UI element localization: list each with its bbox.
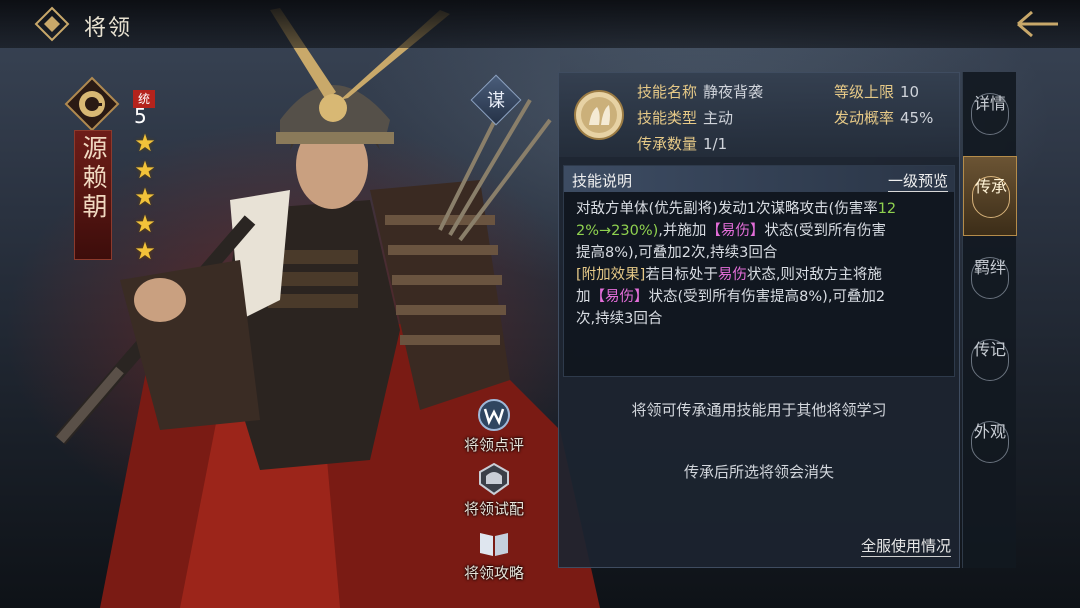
skill-name-row: 技能名称 静夜背袭 xyxy=(637,81,763,102)
faction-emblem-icon xyxy=(64,76,120,132)
hero-guide-button[interactable]: 将领攻略 xyxy=(452,526,536,583)
book-icon xyxy=(480,533,508,556)
level-one-preview-link[interactable]: 一级预览 xyxy=(887,170,948,192)
extra-effect-tag: [附加效果] xyxy=(576,267,646,283)
desc-line: 对敌方单体(优先副将)发动1次谋略攻击(伤害率 xyxy=(576,201,878,217)
vulnerable-status-tag: 【易伤】 xyxy=(590,289,649,305)
skill-description-text: 对敌方单体(优先副将)发动1次谋略攻击(伤害率12 2%→230%),并施加【易… xyxy=(576,198,948,330)
skill-description-title: 技能说明 xyxy=(572,172,633,190)
hero-trial-button[interactable]: 将领试配 xyxy=(452,462,536,519)
tab-details-label: 详情 xyxy=(973,94,1006,113)
side-tabs: 详情 传承 羁绊 传记 外观 xyxy=(962,72,1017,568)
tab-bonds-label: 羁绊 xyxy=(973,258,1006,277)
desc-line: 加 xyxy=(576,289,591,305)
tab-appearance-label: 外观 xyxy=(973,422,1006,441)
desc-line: 提高8%),可叠加2次,持续3回合 xyxy=(576,245,778,261)
skill-header: 技能名称 静夜背袭 技能类型 主动 传承数量 1/1 等级上限 10 发动概率 45% xyxy=(559,73,959,157)
helmet-icon xyxy=(479,462,509,496)
hero-guide-label: 将领攻略 xyxy=(463,564,524,582)
star-icon: ★ xyxy=(134,183,156,211)
tab-biography[interactable]: 传记 xyxy=(963,320,1017,400)
desc-line: 次,持续3回合 xyxy=(576,311,663,327)
tab-appearance[interactable]: 外观 xyxy=(963,402,1017,482)
server-usage-link[interactable]: 全服使用情况 xyxy=(860,535,951,557)
skill-panel: 技能名称 静夜背袭 技能类型 主动 传承数量 1/1 等级上限 10 发动概率 45% 技… xyxy=(558,72,960,568)
command-value: 5 xyxy=(134,104,147,128)
vulnerable-status-tag: 【易伤】 xyxy=(706,223,765,239)
inherit-count-row: 传承数量 1/1 xyxy=(637,133,727,154)
skill-name-label: 技能名称 xyxy=(637,83,698,101)
desc-line: 状态,则对敌方主将施 xyxy=(746,267,882,283)
skill-name-value: 静夜背袭 xyxy=(703,83,764,101)
skill-description-box: 技能说明 一级预览 对敌方单体(优先副将)发动1次谋略攻击(伤害率12 2%→2… xyxy=(563,165,955,377)
hero-review-button[interactable]: 将领点评 xyxy=(452,398,536,455)
page-title: 将领 xyxy=(84,16,133,41)
star-icon: ★ xyxy=(134,129,156,157)
top-bar: 将领 xyxy=(0,0,1080,48)
hero-trial-label: 将领试配 xyxy=(463,500,524,518)
tab-inherit-label: 传承 xyxy=(974,177,1007,196)
hero-review-label: 将领点评 xyxy=(463,436,524,454)
star-rating: ★ ★ ★ ★ ★ xyxy=(132,130,158,265)
diamond-logo-icon xyxy=(34,6,70,42)
star-icon: ★ xyxy=(134,156,156,184)
w-badge-icon xyxy=(478,399,510,431)
skill-description-header: 技能说明 一级预览 xyxy=(564,166,954,192)
damage-rate-value: 2%→230%) xyxy=(576,223,659,239)
trigger-chance-value: 45% xyxy=(900,109,934,127)
desc-line: 状态(受到所有伤害提高8%),可叠加2 xyxy=(648,289,886,305)
trigger-chance-label: 发动概率 xyxy=(834,109,895,127)
vulnerable-status-tag: 易伤 xyxy=(717,267,747,283)
strategy-type-label: 谋 xyxy=(487,90,505,112)
inherit-count-label: 传承数量 xyxy=(637,135,698,153)
back-arrow-icon[interactable] xyxy=(1012,8,1062,40)
inherit-info-text: 将领可传承通用技能用于其他将领学习 xyxy=(631,401,887,419)
trigger-chance-row: 发动概率 45% xyxy=(834,107,933,128)
desc-line: ,并施加 xyxy=(658,223,707,239)
desc-line: 若目标处于 xyxy=(645,267,718,283)
tab-details[interactable]: 详情 xyxy=(963,74,1017,154)
skill-type-value: 主动 xyxy=(703,109,734,127)
tab-bonds[interactable]: 羁绊 xyxy=(963,238,1017,318)
star-icon: ★ xyxy=(134,210,156,238)
skill-type-row: 技能类型 主动 xyxy=(637,107,733,128)
skill-type-label: 技能类型 xyxy=(637,109,698,127)
inherit-warning-text: 传承后所选将领会消失 xyxy=(683,463,834,481)
tab-inherit[interactable]: 传承 xyxy=(963,156,1017,236)
tab-biography-label: 传记 xyxy=(973,340,1006,359)
inherit-count-value: 1/1 xyxy=(703,135,728,153)
desc-line: 状态(受到所有伤害 xyxy=(764,223,887,239)
skill-emblem-icon xyxy=(574,90,624,140)
level-cap-row: 等级上限 10 xyxy=(834,81,919,102)
damage-rate-value: 12 xyxy=(877,201,897,217)
hero-name-banner: 源赖朝 xyxy=(74,130,112,260)
star-icon: ★ xyxy=(134,237,156,265)
level-cap-label: 等级上限 xyxy=(834,83,895,101)
level-cap-value: 10 xyxy=(900,83,920,101)
hero-name: 源赖朝 xyxy=(79,135,108,222)
